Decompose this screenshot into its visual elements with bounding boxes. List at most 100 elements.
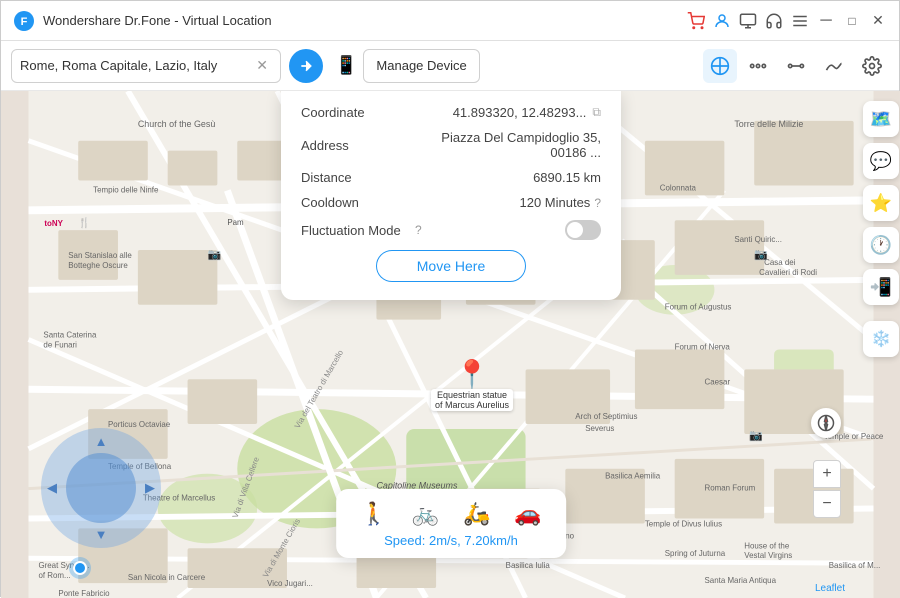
svg-text:📷: 📷 — [754, 249, 768, 261]
svg-text:Temple of Divus Iulius: Temple of Divus Iulius — [645, 519, 722, 528]
joystick: ▲ ▼ ◀ ▶ — [41, 428, 161, 548]
manage-device-button[interactable]: Manage Device — [363, 49, 479, 83]
svg-text:Vico Jugari...: Vico Jugari... — [267, 579, 313, 588]
navigate-button[interactable] — [289, 49, 323, 83]
minimize-icon[interactable]: ─ — [817, 12, 835, 30]
window-controls: ─ □ ✕ — [687, 12, 887, 30]
svg-text:Colonnata: Colonnata — [660, 183, 697, 192]
svg-text:Basilica of M...: Basilica of M... — [829, 561, 881, 570]
search-input[interactable] — [20, 58, 256, 73]
compass-button[interactable] — [811, 408, 841, 438]
svg-text:Pam: Pam — [227, 218, 244, 227]
snow-icon[interactable]: ❄️ — [863, 321, 899, 357]
app-icon[interactable]: 📲 — [863, 269, 899, 305]
svg-text:House of the: House of the — [744, 541, 790, 550]
joystick-left[interactable]: ◀ — [47, 480, 57, 496]
scooter-mode-button[interactable]: 🛵 — [463, 501, 490, 527]
one-stop-button[interactable] — [779, 49, 813, 83]
car-mode-button[interactable]: 🚗 — [514, 501, 541, 527]
cart-icon[interactable] — [687, 12, 705, 30]
svg-text:Caesar: Caesar — [705, 377, 731, 386]
zoom-in-button[interactable]: + — [813, 460, 841, 488]
menu-icon[interactable] — [791, 12, 809, 30]
joystick-right[interactable]: ▶ — [145, 480, 155, 496]
svg-text:📷: 📷 — [207, 249, 221, 261]
zoom-out-button[interactable]: − — [813, 490, 841, 518]
settings-button[interactable] — [855, 49, 889, 83]
svg-text:Church of the Gesù: Church of the Gesù — [138, 119, 216, 129]
cooldown-row: Cooldown 120 Minutes ? — [301, 195, 601, 210]
current-location-dot — [73, 561, 87, 575]
pin-label: Equestrian statueof Marcus Aurelius — [431, 389, 513, 411]
distance-row: Distance 6890.15 km — [301, 170, 601, 185]
map-container[interactable]: Church of the Gesù Torre delle Milizie S… — [1, 91, 900, 598]
copy-coordinate-icon[interactable]: ⧉ — [592, 105, 601, 120]
svg-text:Forum of Augustus: Forum of Augustus — [665, 303, 732, 312]
close-icon[interactable]: ✕ — [869, 12, 887, 30]
google-maps-icon[interactable]: 🗺️ — [863, 101, 899, 137]
svg-text:de Funari: de Funari — [43, 340, 77, 349]
distance-label: Distance — [301, 170, 411, 185]
route-button[interactable] — [817, 49, 851, 83]
svg-text:Roman Forum: Roman Forum — [705, 484, 756, 493]
clear-search-icon[interactable]: ✕ — [256, 57, 268, 74]
teleport-mode-button[interactable] — [703, 49, 737, 83]
toolbar-tools — [703, 49, 889, 83]
move-here-button[interactable]: Move Here — [376, 250, 526, 282]
speed-display: Speed: 2m/s, 7.20km/h — [360, 533, 542, 548]
destination-pin: 📍 Equestrian statueof Marcus Aurelius — [431, 361, 513, 411]
svg-text:Casa dei: Casa dei — [764, 258, 796, 267]
coordinate-value: 41.893320, 12.48293... — [411, 105, 586, 120]
fluctuation-row: Fluctuation Mode ? — [301, 220, 601, 240]
headphone-icon[interactable] — [765, 12, 783, 30]
svg-text:Santa Caterina: Santa Caterina — [43, 331, 97, 340]
fluctuation-toggle[interactable] — [565, 220, 601, 240]
bike-mode-button[interactable]: 🚲 — [412, 501, 439, 527]
zoom-controls: + − — [813, 460, 841, 518]
svg-text:Basilica Iulia: Basilica Iulia — [506, 561, 551, 570]
svg-text:San Stanislao alle: San Stanislao alle — [68, 251, 132, 260]
joystick-down[interactable]: ▼ — [95, 527, 108, 542]
svg-text:Forum of Nerva: Forum of Nerva — [675, 342, 731, 351]
transport-modes: 🚶 🚲 🛵 🚗 — [360, 501, 542, 527]
address-value: Piazza Del Campidoglio 35, 00186 ... — [411, 130, 601, 160]
svg-text:Spring of Juturna: Spring of Juturna — [665, 549, 726, 558]
svg-text:San Nicola in Carcere: San Nicola in Carcere — [128, 573, 206, 582]
svg-text:Santa Maria Antiqua: Santa Maria Antiqua — [705, 576, 777, 585]
svg-text:Botteghe Oscure: Botteghe Oscure — [68, 261, 128, 270]
cooldown-label: Cooldown — [301, 195, 411, 210]
svg-text:Arch of Septimius: Arch of Septimius — [575, 412, 637, 421]
main-toolbar: ✕ 📱 Manage Device — [1, 41, 899, 91]
multi-stop-button[interactable] — [741, 49, 775, 83]
manage-device-label: Manage Device — [376, 58, 466, 73]
address-row: Address Piazza Del Campidoglio 35, 00186… — [301, 130, 601, 160]
discord-icon[interactable]: 💬 — [863, 143, 899, 179]
fluctuation-help-icon[interactable]: ? — [415, 223, 422, 237]
user-icon[interactable] — [713, 12, 731, 30]
svg-text:Santi Quiric...: Santi Quiric... — [734, 235, 782, 244]
speed-value: 2m/s, 7.20km/h — [429, 533, 518, 548]
speed-panel: 🚶 🚲 🛵 🚗 Speed: 2m/s, 7.20km/h — [336, 489, 566, 558]
cooldown-value: 120 Minutes — [411, 195, 590, 210]
leaflet-badge[interactable]: Leaflet — [815, 583, 845, 594]
phone-icon: 📱 — [335, 55, 357, 76]
joystick-up[interactable]: ▲ — [95, 434, 108, 449]
svg-text:Torre delle Milizie: Torre delle Milizie — [734, 119, 803, 129]
coordinate-label: Coordinate — [301, 105, 411, 120]
clock-icon[interactable]: 🕐 — [863, 227, 899, 263]
distance-value: 6890.15 km — [411, 170, 601, 185]
screen-icon[interactable] — [739, 12, 757, 30]
info-panel: Coordinate 41.893320, 12.48293... ⧉ Addr… — [281, 91, 621, 300]
svg-text:of Rom...: of Rom... — [38, 571, 70, 580]
maximize-icon[interactable]: □ — [843, 12, 861, 30]
svg-text:Vestal Virgins: Vestal Virgins — [744, 551, 792, 560]
svg-text:Tempio delle Ninfe: Tempio delle Ninfe — [93, 185, 159, 194]
pin-icon: 📍 — [455, 361, 490, 389]
star-icon[interactable]: ⭐ — [863, 185, 899, 221]
cooldown-help-icon[interactable]: ? — [594, 196, 601, 210]
coordinate-row: Coordinate 41.893320, 12.48293... ⧉ — [301, 105, 601, 120]
walk-mode-button[interactable]: 🚶 — [360, 501, 387, 527]
search-box: ✕ — [11, 49, 281, 83]
svg-text:toNY: toNY — [44, 219, 63, 228]
svg-text:📷: 📷 — [749, 430, 763, 442]
